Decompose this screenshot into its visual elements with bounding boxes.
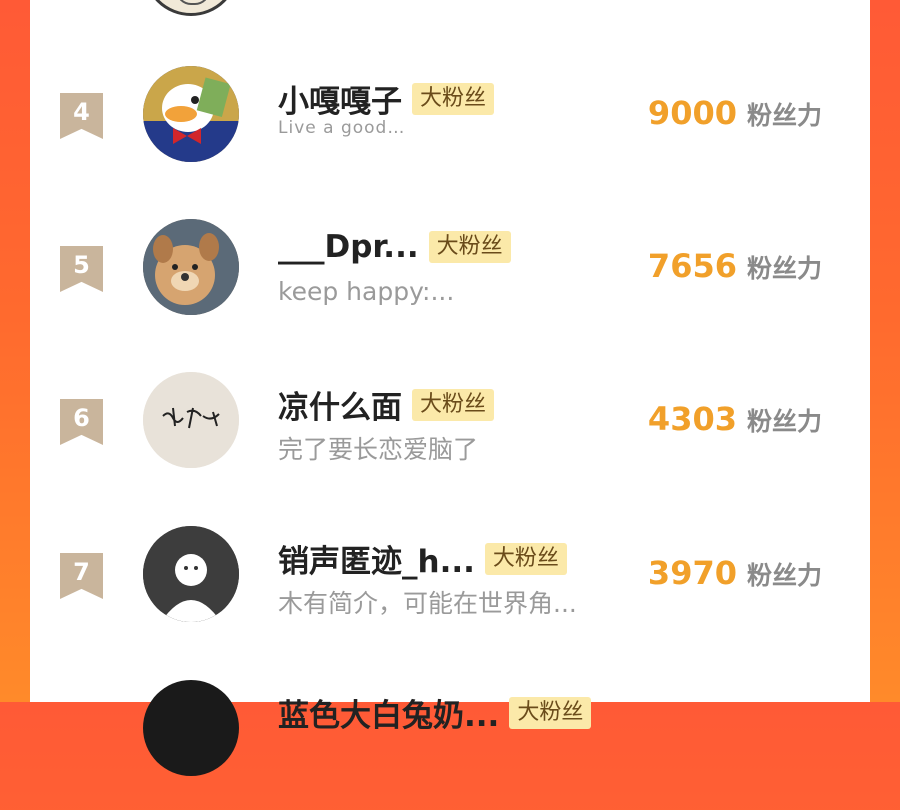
- user-name[interactable]: ___Dpr...: [278, 229, 419, 265]
- user-avatar[interactable]: [143, 219, 239, 315]
- previous-row-avatar[interactable]: [143, 0, 239, 16]
- fan-ranking-card: 4 小嘎嘎子 大粉丝 Live a good… 9000 粉丝力 5 ___Dp…: [30, 0, 870, 776]
- score-unit: 粉丝力: [746, 561, 822, 590]
- user-name[interactable]: 销声匿迹_h...: [278, 536, 475, 581]
- user-bio: 完了要长恋爱脑了: [278, 435, 479, 464]
- fan-power-score: 3970 粉丝力: [648, 554, 822, 592]
- score-value: 9000: [647, 94, 737, 132]
- fan-power-score: 7656 粉丝力: [648, 247, 822, 285]
- score-unit: 粉丝力: [746, 101, 822, 130]
- rank-ribbon: 6: [60, 399, 103, 445]
- fan-power-score: 9000 粉丝力: [648, 94, 822, 132]
- fan-level-badge: 大粉丝: [484, 542, 567, 575]
- user-name-line: 凉什么面 大粉丝: [278, 382, 495, 427]
- rank-ribbon: 7: [60, 553, 103, 599]
- user-name[interactable]: 凉什么面: [278, 382, 402, 427]
- user-bio: keep happy:...: [278, 277, 455, 306]
- ranking-row[interactable]: 6 凉什么面 大粉丝 完了要长恋爱脑了 4303 粉丝力: [30, 372, 870, 502]
- fan-power-score: 4303 粉丝力: [648, 400, 822, 438]
- user-avatar[interactable]: [143, 680, 239, 776]
- user-name[interactable]: 蓝色大白兔奶...: [278, 690, 499, 735]
- score-unit: 粉丝力: [746, 407, 822, 436]
- user-avatar[interactable]: [143, 372, 239, 468]
- user-avatar[interactable]: [143, 66, 239, 162]
- user-name-line: 小嘎嘎子 大粉丝: [278, 76, 495, 121]
- fan-level-badge: 大粉丝: [509, 696, 592, 729]
- ranking-row[interactable]: 蓝色大白兔奶... 大粉丝: [30, 680, 870, 810]
- handwriting-icon: [143, 372, 239, 468]
- score-value: 3970: [647, 554, 737, 592]
- dog-photo-icon: [143, 219, 239, 315]
- ranking-row[interactable]: 7 销声匿迹_h... 大粉丝 木有简介，可能在世界角... 3970 粉丝力: [30, 526, 870, 656]
- fan-level-badge: 大粉丝: [412, 82, 495, 115]
- default-person-icon: [143, 526, 239, 622]
- user-name-line: 销声匿迹_h... 大粉丝: [278, 536, 567, 581]
- ranking-row[interactable]: 5 ___Dpr... 大粉丝 keep happy:... 7656 粉丝力: [30, 219, 870, 349]
- score-value: 4303: [647, 400, 737, 438]
- user-bio: 木有简介，可能在世界角...: [278, 589, 577, 618]
- sketch-icon: [176, 0, 210, 5]
- user-name[interactable]: 小嘎嘎子: [278, 76, 402, 121]
- rank-ribbon: 5: [60, 246, 103, 292]
- user-bio: Live a good…: [278, 118, 406, 138]
- score-unit: 粉丝力: [746, 254, 822, 283]
- score-value: 7656: [647, 247, 737, 285]
- fan-level-badge: 大粉丝: [428, 231, 511, 263]
- ranking-row[interactable]: 4 小嘎嘎子 大粉丝 Live a good… 9000 粉丝力: [30, 66, 870, 196]
- duck-cartoon-icon: [143, 66, 239, 162]
- user-avatar[interactable]: [143, 526, 239, 622]
- rank-ribbon: 4: [60, 93, 103, 139]
- user-name-line: ___Dpr... 大粉丝: [278, 229, 511, 265]
- user-name-line: 蓝色大白兔奶... 大粉丝: [278, 690, 592, 735]
- fan-level-badge: 大粉丝: [412, 388, 495, 421]
